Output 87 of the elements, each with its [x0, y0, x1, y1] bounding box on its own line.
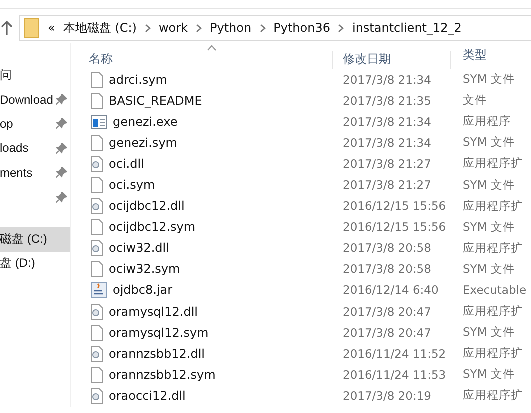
date-cell-text: 2017/3/8 21:27 — [342, 178, 432, 192]
column-header[interactable]: 名称 — [71, 51, 333, 69]
type-cell-text: 应用程序 — [462, 114, 512, 130]
breadcrumb[interactable]: Python36 — [274, 21, 330, 35]
type-cell-text: 应用程序扩 — [462, 346, 524, 362]
date-cell-text: 2017/3/8 20:58 — [342, 262, 432, 276]
file-name[interactable]: orannzsbb12.sym — [109, 368, 216, 382]
file-name[interactable]: ojdbc8.jar — [113, 283, 173, 298]
folder-icon — [24, 17, 40, 39]
type-cell-text: SYM 文件 — [462, 220, 516, 235]
type-cell-text: Executable — [462, 283, 528, 298]
date-cell-text: 2016/12/15 15:56 — [342, 199, 448, 214]
type-cell-text: 应用程序扩 — [462, 388, 524, 404]
file-name[interactable]: ocijdbc12.sym — [109, 220, 196, 234]
date-cell-text: 2016/12/15 15:56 — [342, 220, 448, 234]
type-cell-text: SYM 文件 — [462, 72, 516, 88]
file-name[interactable]: genezi.sym — [109, 136, 178, 150]
pin-icon[interactable] — [56, 118, 67, 130]
sidebar-item[interactable]: ments — [0, 160, 70, 185]
file-icon — [91, 366, 103, 383]
pin-icon[interactable] — [56, 192, 67, 203]
sidebar-item[interactable]: loads — [0, 136, 70, 161]
chevron-right-icon[interactable] — [260, 24, 266, 32]
sort-ascending-icon — [207, 45, 217, 51]
file-icon — [91, 134, 103, 151]
type-cell-text: SYM 文件 — [462, 135, 516, 150]
file-name[interactable]: BASIC_README — [109, 94, 202, 108]
file-icon — [91, 92, 103, 109]
pin-icon[interactable] — [56, 94, 67, 106]
up-arrow-icon[interactable] — [0, 20, 14, 36]
file-name[interactable]: oci.dll — [109, 156, 144, 171]
sidebar-item[interactable]: 盘 (D:) — [0, 252, 70, 276]
column-header[interactable]: 类型 — [451, 47, 531, 69]
sidebar-item[interactable]: Download — [0, 87, 70, 112]
date-cell-text: 2017/3/8 21:34 — [342, 136, 432, 150]
date-cell-text: 2017/3/8 20:47 — [342, 304, 432, 319]
sidebar-item[interactable]: 磁盘 (C:) — [0, 227, 70, 252]
breadcrumb[interactable]: work — [158, 21, 188, 35]
date-cell-text: 2016/11/24 11:52 — [342, 346, 448, 361]
pin-icon[interactable] — [56, 142, 67, 154]
file-name[interactable]: oraocci12.dll — [109, 388, 186, 403]
type-cell-text: SYM 文件 — [462, 178, 516, 193]
file-name[interactable]: genezi.exe — [113, 114, 178, 129]
date-cell-text: 2017/3/8 21:34 — [342, 72, 432, 87]
type-cell-text: SYM 文件 — [462, 325, 516, 340]
type-cell-text: 应用程序扩 — [462, 240, 524, 256]
file-name[interactable]: oramysql12.sym — [109, 326, 209, 340]
file-icon — [91, 72, 103, 88]
type-cell-text: 应用程序扩 — [462, 304, 524, 320]
date-cell-text: 2017/3/8 20:58 — [342, 241, 432, 256]
date-cell-text: 2016/11/24 11:53 — [342, 368, 448, 382]
breadcrumb[interactable]: instantclient_12_2 — [352, 21, 462, 35]
window-icon — [91, 114, 107, 129]
chevron-right-icon[interactable] — [338, 24, 344, 32]
file-icon — [91, 219, 103, 236]
file-icon — [91, 177, 103, 194]
file-name[interactable]: adrci.sym — [109, 72, 168, 87]
date-cell-text: 2017/3/8 21:34 — [342, 114, 432, 129]
type-cell-text: SYM 文件 — [462, 367, 516, 382]
date-cell-text: 2017/3/8 21:35 — [342, 94, 432, 108]
date-cell-text: 2017/3/8 21:27 — [342, 156, 432, 171]
file-name[interactable]: ocijdbc12.dll — [109, 199, 185, 214]
pin-icon[interactable] — [56, 167, 67, 178]
sidebar-item[interactable]: 问 — [0, 63, 70, 88]
breadcrumb[interactable]: 本地磁盘 (C:) — [63, 20, 137, 36]
file-icon — [91, 324, 103, 341]
chevron-right-icon[interactable] — [144, 24, 151, 32]
chevron-right-icon[interactable] — [196, 24, 202, 32]
sidebar-item[interactable]: op — [0, 112, 70, 136]
file-name[interactable]: ociw32.sym — [109, 262, 180, 276]
file-icon — [91, 261, 103, 278]
file-name[interactable]: ociw32.dll — [109, 241, 170, 256]
type-cell-text: 应用程序扩 — [462, 198, 524, 214]
file-name[interactable]: oci.sym — [109, 178, 156, 192]
type-cell-text: 文件 — [462, 93, 488, 108]
column-header[interactable]: 修改日期 — [333, 51, 451, 69]
file-name[interactable]: oramysql12.dll — [109, 304, 198, 319]
address-bar[interactable]: « 本地磁盘 (C:) work Python Python36 instantclient_12_2 — [19, 15, 531, 41]
type-cell-text: 应用程序扩 — [462, 156, 524, 172]
breadcrumb[interactable]: Python — [210, 21, 252, 35]
date-cell-text: 2016/12/14 6:40 — [342, 283, 440, 298]
type-cell-text: SYM 文件 — [462, 262, 516, 277]
date-cell-text: 2017/3/8 20:19 — [342, 388, 432, 403]
date-cell-text: 2017/3/8 20:47 — [342, 326, 432, 340]
file-name[interactable]: orannzsbb12.dll — [109, 346, 205, 361]
coffee-cup-icon — [91, 282, 107, 298]
overflow-chevron[interactable]: « — [48, 21, 56, 35]
